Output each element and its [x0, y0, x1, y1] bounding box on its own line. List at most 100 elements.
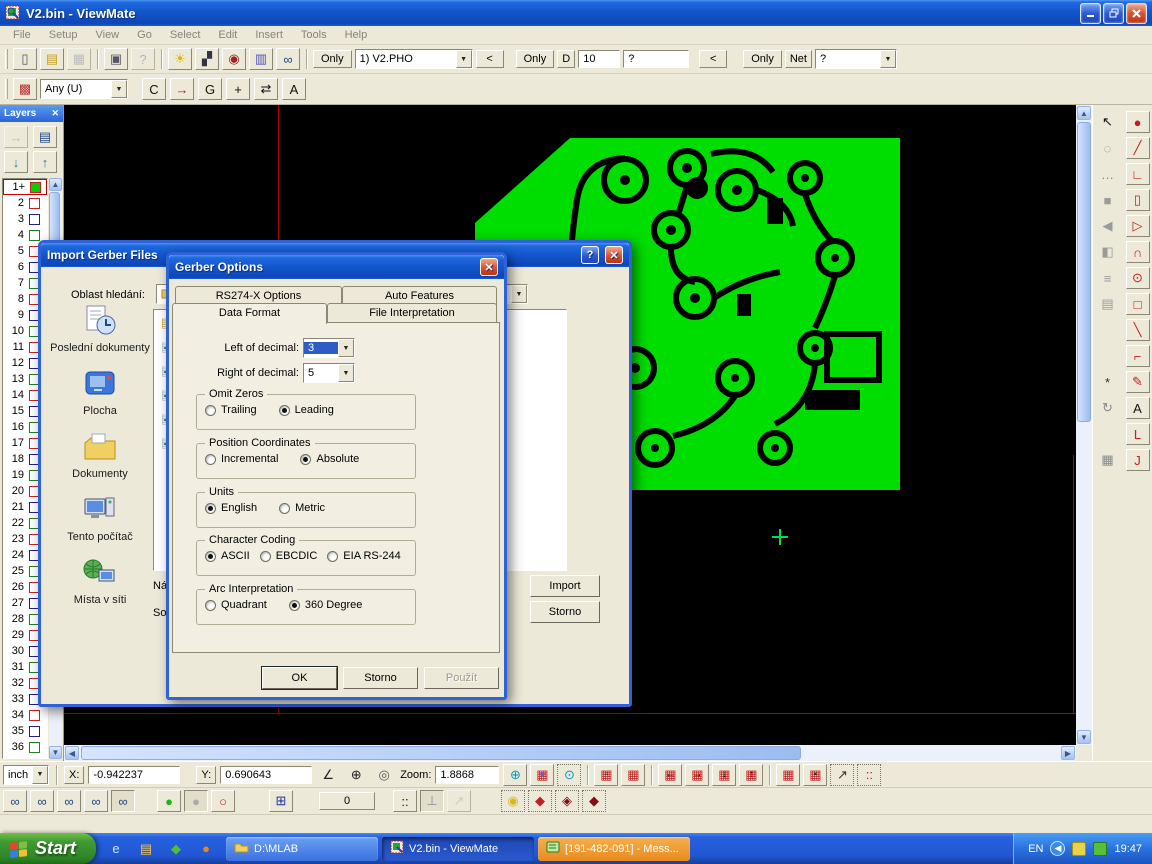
close-icon[interactable]: ✕	[51, 108, 59, 119]
start-button[interactable]: Start	[0, 833, 96, 864]
board-frame-icon[interactable]: ▦▫	[594, 764, 618, 786]
layer-color-swatch[interactable]	[30, 182, 41, 193]
table-icon[interactable]: ⊞	[269, 790, 293, 812]
open-icon[interactable]: ▤	[40, 48, 64, 70]
chevron-down-icon[interactable]: ▼	[338, 364, 354, 382]
export-icon[interactable]: ▦	[1096, 449, 1120, 471]
radio-icon[interactable]	[260, 551, 271, 562]
ok-button[interactable]: OK	[262, 667, 337, 689]
radio-icon[interactable]	[289, 600, 300, 611]
filter-combo[interactable]: Any (U) ▼	[40, 79, 128, 99]
draw-diagonal-icon[interactable]: ╲	[1126, 319, 1150, 341]
layer-row-36[interactable]: 36	[3, 739, 47, 755]
pan-left-icon[interactable]: ▦←	[658, 764, 682, 786]
radio-icon[interactable]	[279, 405, 290, 416]
colors-icon[interactable]: ▥	[249, 48, 273, 70]
text-a-icon[interactable]: A	[1126, 397, 1150, 419]
origin-target-icon[interactable]: ⊕	[344, 764, 368, 786]
prev-layer-button[interactable]: <	[476, 50, 504, 68]
toolbar-grip[interactable]	[5, 49, 8, 69]
text-select-icon[interactable]: A	[282, 78, 306, 100]
layer-color-swatch[interactable]	[29, 726, 40, 737]
pan-down-icon[interactable]: ▦↓	[712, 764, 736, 786]
diamond-icon[interactable]: ◆	[528, 790, 552, 812]
menu-insert[interactable]: Insert	[246, 27, 292, 43]
draw-route-icon[interactable]: ⌐	[1126, 345, 1150, 367]
grid-pan-icon[interactable]: ▦▪	[803, 764, 827, 786]
scroll-up-icon[interactable]: ▲	[1077, 106, 1091, 120]
horizontal-scrollbar[interactable]: ◀ ▶	[64, 745, 1076, 761]
draw-polygon-icon[interactable]: ▷	[1126, 215, 1150, 237]
layer-row-1[interactable]: 1+	[3, 179, 47, 195]
taskbar-task-3[interactable]: [191-482-091] - Mess...	[538, 837, 690, 861]
radio-icon[interactable]	[279, 503, 290, 514]
place-item-4[interactable]: Tento počítač	[50, 494, 150, 543]
radio-leading[interactable]: Leading	[279, 404, 334, 416]
place-item-3[interactable]: Dokumenty	[50, 431, 150, 480]
menu-tools[interactable]: Tools	[292, 27, 336, 43]
storno-button[interactable]: Storno	[343, 667, 418, 689]
settings-icon[interactable]: *	[1096, 371, 1120, 393]
select-zoom-icon[interactable]: ↗	[830, 764, 854, 786]
diamond-squares-icon[interactable]: ◆	[582, 790, 606, 812]
anchor-icon[interactable]: ⊥	[420, 790, 444, 812]
selection-mode-icon[interactable]: ▩	[13, 78, 37, 100]
redraw-icon[interactable]: ☀	[168, 48, 192, 70]
menu-setup[interactable]: Setup	[40, 27, 87, 43]
rotate-icon[interactable]: ↻	[1096, 397, 1120, 419]
dot-grid-icon[interactable]: ::	[393, 790, 417, 812]
radio-icon[interactable]	[205, 405, 216, 416]
place-item-1[interactable]: Poslední dokumenty	[50, 305, 150, 354]
radio-360-degree[interactable]: 360 Degree	[289, 599, 363, 611]
zoom-grid-icon[interactable]: ▦●	[530, 764, 554, 786]
radio-metric[interactable]: Metric	[279, 502, 325, 514]
chevron-down-icon[interactable]: ▼	[511, 285, 527, 303]
clock[interactable]: 19:47	[1114, 843, 1142, 855]
menu-help[interactable]: Help	[336, 27, 377, 43]
chevron-down-icon[interactable]: ▼	[111, 80, 127, 98]
pointer-cursor-icon[interactable]: ↖	[1096, 111, 1120, 133]
sheet-icon[interactable]: ▤	[1096, 293, 1120, 315]
taskbar-task-1[interactable]: D:\MLAB	[226, 837, 378, 861]
only-layer-button[interactable]: Only	[313, 50, 352, 68]
help-button[interactable]: ?	[581, 246, 599, 264]
net-combo[interactable]: ? ▼	[815, 49, 897, 69]
minimize-button[interactable]	[1080, 3, 1101, 24]
language-indicator[interactable]: EN	[1028, 843, 1043, 855]
sparkle-icon[interactable]: ◉	[501, 790, 525, 812]
close-button[interactable]: ✕	[480, 258, 498, 276]
new-icon[interactable]: ▯	[13, 48, 37, 70]
tab-data-format[interactable]: Data Format	[172, 303, 327, 324]
radio-eia-rs-244[interactable]: EIA RS-244	[327, 550, 400, 562]
explorer-folder-icon[interactable]: ▤	[134, 838, 158, 860]
layer-row-3[interactable]: 3	[3, 211, 47, 227]
scroll-down-icon[interactable]: ▼	[1077, 730, 1091, 744]
draw-j-icon[interactable]: J	[1126, 449, 1150, 471]
draw-frame-icon[interactable]: □	[1126, 293, 1150, 315]
grid-dots-icon[interactable]: …	[1096, 163, 1120, 185]
scrollbar-thumb[interactable]	[81, 746, 801, 760]
lamp-on-icon[interactable]: ●	[157, 790, 181, 812]
draw-line-icon[interactable]: ╱	[1126, 137, 1150, 159]
zoom-window-icon[interactable]: ⊙	[557, 764, 581, 786]
program-icon[interactable]: ◆	[164, 838, 188, 860]
stack-icon[interactable]: ≡	[1096, 267, 1120, 289]
inspect-icon[interactable]: ∞	[276, 48, 300, 70]
y-coordinate-field[interactable]: 0.690643	[220, 766, 312, 784]
pan-up-icon[interactable]: ▦↑	[739, 764, 763, 786]
menu-select[interactable]: Select	[161, 27, 210, 43]
trace-select-icon[interactable]: →	[170, 78, 194, 100]
tray-messenger-icon[interactable]	[1072, 842, 1086, 856]
layer-color-swatch[interactable]	[29, 742, 40, 753]
mirror-icon[interactable]: ◀	[1096, 215, 1120, 237]
taskbar-task-2[interactable]: V2.bin - ViewMate	[382, 837, 534, 861]
radio-icon[interactable]	[205, 503, 216, 514]
layer-down-icon[interactable]: ↓	[4, 151, 28, 173]
radio-ebcdic[interactable]: EBCDIC	[260, 550, 318, 562]
scroll-up-icon[interactable]: ▲	[49, 178, 62, 191]
firefox-icon[interactable]: ●	[194, 838, 218, 860]
pan-right-icon[interactable]: ▦→	[685, 764, 709, 786]
chevron-down-icon[interactable]: ▼	[32, 766, 48, 784]
draw-rect-icon[interactable]: ▯	[1126, 189, 1150, 211]
place-item-2[interactable]: Plocha	[50, 368, 150, 417]
